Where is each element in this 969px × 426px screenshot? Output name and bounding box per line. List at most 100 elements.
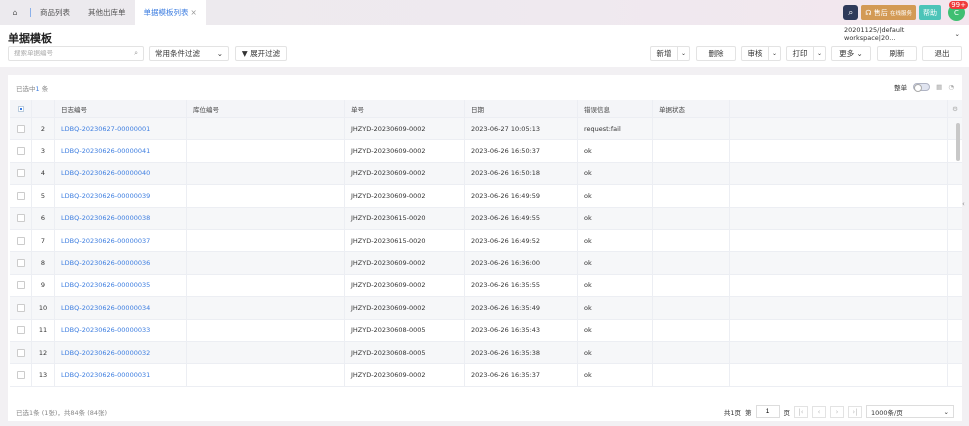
next-page-button[interactable]: › — [830, 405, 844, 418]
table-row[interactable]: 12 LDBQ-20230626-00000032 JHZYD-20230608-0… — [10, 341, 962, 365]
more-button[interactable]: 更多 ⌄ — [831, 46, 871, 61]
row-checkbox[interactable] — [16, 259, 25, 268]
first-page-button[interactable]: |‹ — [794, 405, 808, 418]
column-header[interactable]: 单据状态 — [653, 100, 730, 117]
cell-log[interactable]: LDBQ-20230626-00000036 — [55, 252, 187, 274]
chevron-down-icon[interactable]: ⌄ — [768, 47, 780, 60]
common-filter-select[interactable]: 常用条件过滤 ⌄ — [149, 46, 229, 61]
close-icon[interactable]: × — [191, 8, 197, 17]
workspace-select[interactable]: 20201125/|default workspace|20... ⌄ — [841, 26, 963, 42]
audit-label: 审核 — [747, 49, 763, 58]
column-header[interactable]: 单号 — [345, 100, 465, 117]
cell-log[interactable]: LDBQ-20230626-00000034 — [55, 297, 187, 319]
tab-other-outbound[interactable]: 其他出库单 — [79, 0, 135, 25]
search-input[interactable] — [14, 50, 124, 57]
column-header[interactable]: 日志编号 — [55, 100, 187, 117]
row-checkbox[interactable] — [16, 281, 25, 290]
exit-button[interactable]: 退出 — [922, 46, 962, 61]
cell-log[interactable]: LDBQ-20230626-00000032 — [55, 341, 187, 364]
checkbox-cell — [10, 274, 32, 297]
history-icon[interactable]: ◔ — [948, 83, 954, 91]
cell-loc — [187, 207, 345, 229]
add-button[interactable]: 新增 ⌄ — [650, 46, 690, 61]
chevron-down-icon[interactable]: ⌄ — [677, 47, 689, 60]
cell-log[interactable]: LDBQ-20230627-00000001 — [55, 118, 187, 140]
page-size-select[interactable]: 1000条/页 ⌄ — [866, 405, 954, 418]
avatar[interactable]: C 99+ — [948, 1, 968, 21]
cell-log[interactable]: LDBQ-20230626-00000041 — [55, 140, 187, 162]
cell-loc — [187, 140, 345, 162]
row-checkbox[interactable] — [16, 236, 25, 245]
table-row[interactable]: 8 LDBQ-20230626-00000036 JHZYD-20230609-00… — [10, 252, 962, 275]
global-search-button[interactable]: ⌕ — [843, 5, 859, 20]
table-row[interactable]: 4 LDBQ-20230626-00000040 JHZYD-20230609-00… — [10, 162, 962, 186]
delete-button[interactable]: 删除 — [696, 46, 736, 61]
cell-status — [653, 252, 730, 274]
row-checkbox[interactable] — [16, 124, 25, 133]
column-header[interactable]: 错误信息 — [578, 100, 653, 117]
cell-status — [653, 274, 730, 297]
whole-toggle[interactable] — [913, 83, 931, 92]
cell-no: JHZYD-20230609-0002 — [345, 252, 465, 274]
page-input[interactable] — [755, 405, 780, 418]
print-button[interactable]: 打印 ⌄ — [786, 46, 826, 61]
select-all-checkbox[interactable] — [17, 105, 24, 112]
row-index: 5 — [32, 185, 55, 207]
search-box: ⌕ — [8, 46, 144, 61]
grid-icon[interactable]: ▦ — [936, 83, 942, 91]
row-index: 10 — [32, 297, 55, 319]
row-checkbox[interactable] — [16, 370, 25, 379]
cell-log[interactable]: LDBQ-20230626-00000031 — [55, 364, 187, 386]
prev-page-button[interactable]: ‹ — [812, 405, 826, 418]
table-row[interactable]: 13 LDBQ-20230626-00000031 JHZYD-20230609-0… — [10, 364, 962, 387]
column-settings[interactable]: ⚙ — [948, 100, 962, 117]
spacer-cell — [948, 320, 962, 341]
cell-no: JHZYD-20230609-0002 — [345, 140, 465, 162]
cell-log[interactable]: LDBQ-20230626-00000035 — [55, 274, 187, 297]
chevron-down-icon[interactable]: ⌄ — [813, 47, 825, 60]
spacer-cell — [730, 341, 948, 364]
cell-loc — [187, 274, 345, 297]
expand-filter-button[interactable]: ▼ 展开过滤 — [235, 46, 287, 61]
cell-log[interactable]: LDBQ-20230626-00000037 — [55, 229, 187, 252]
home-tab[interactable]: ⌂ — [0, 0, 30, 25]
service-sub: 在线服务 — [889, 10, 912, 17]
search-icon[interactable]: ⌕ — [134, 49, 138, 58]
row-checkbox[interactable] — [16, 303, 25, 312]
table-row[interactable]: 7 LDBQ-20230626-00000037 JHZYD-20230615-00… — [10, 229, 962, 253]
cell-log[interactable]: LDBQ-20230626-00000040 — [55, 162, 187, 185]
chevron-down-icon: ⌄ — [943, 407, 949, 416]
spacer-cell — [730, 297, 948, 319]
last-page-button[interactable]: ›| — [848, 405, 862, 418]
column-header[interactable]: 日期 — [465, 100, 578, 117]
table-row[interactable]: 11 LDBQ-20230626-00000033 JHZYD-20230608-0… — [10, 319, 962, 342]
table-row[interactable]: 9 LDBQ-20230626-00000035 JHZYD-20230609-00… — [10, 274, 962, 298]
row-checkbox[interactable] — [16, 169, 25, 178]
table-row[interactable]: 10 LDBQ-20230626-00000034 JHZYD-20230609-0… — [10, 297, 962, 320]
checkbox-cell — [10, 185, 32, 207]
row-checkbox[interactable] — [16, 326, 25, 335]
side-collapse-icon[interactable]: ‹ — [962, 200, 969, 214]
service-button[interactable]: ☊ 售后 在线服务 — [861, 5, 916, 20]
cell-log[interactable]: LDBQ-20230626-00000039 — [55, 185, 187, 207]
table-row[interactable]: 2 LDBQ-20230627-00000001 JHZYD-20230609-00… — [10, 118, 962, 141]
cell-log[interactable]: LDBQ-20230626-00000033 — [55, 319, 187, 341]
column-header[interactable]: 库位编号 — [187, 100, 345, 117]
tab-label: 单据模板列表 — [143, 8, 189, 17]
cell-loc — [187, 364, 345, 386]
table-row[interactable]: 5 LDBQ-20230626-00000039 JHZYD-20230609-00… — [10, 185, 962, 208]
tab-product-list[interactable]: 商品列表 — [31, 0, 79, 25]
tab-template-list[interactable]: 单据模板列表 × — [134, 0, 206, 25]
help-button[interactable]: 帮助 — [919, 5, 941, 20]
refresh-button[interactable]: 刷新 — [877, 46, 917, 61]
checkbox-cell — [10, 319, 32, 341]
audit-button[interactable]: 审核 ⌄ — [741, 46, 781, 61]
scrollbar[interactable] — [956, 123, 960, 161]
row-checkbox[interactable] — [16, 147, 25, 156]
row-checkbox[interactable] — [16, 348, 25, 357]
table-row[interactable]: 3 LDBQ-20230626-00000041 JHZYD-20230609-00… — [10, 140, 962, 163]
table-row[interactable]: 6 LDBQ-20230626-00000038 JHZYD-20230615-00… — [10, 207, 962, 230]
cell-log[interactable]: LDBQ-20230626-00000038 — [55, 207, 187, 229]
row-checkbox[interactable] — [16, 214, 25, 223]
row-checkbox[interactable] — [16, 191, 25, 200]
